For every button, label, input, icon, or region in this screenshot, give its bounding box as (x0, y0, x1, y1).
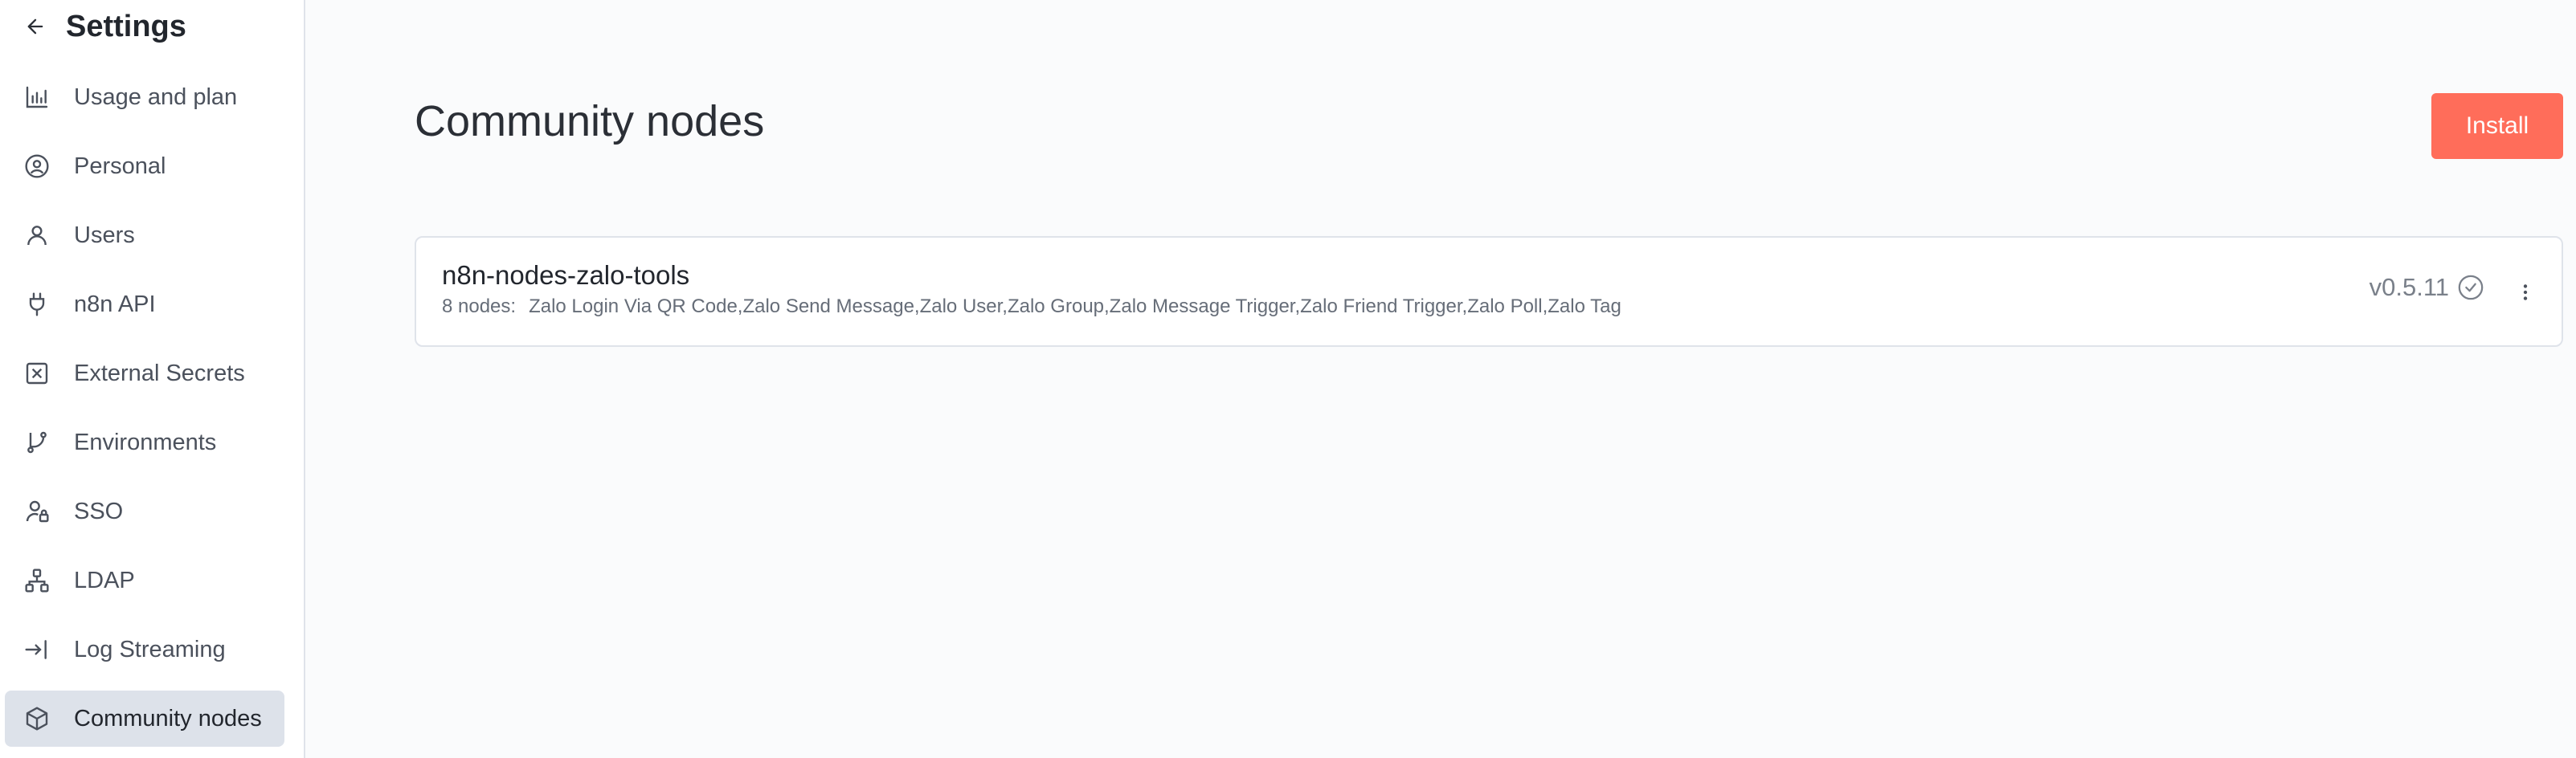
package-nodes: 8 nodes: Zalo Login Via QR Code,Zalo Sen… (442, 295, 1621, 318)
sidebar-item-label: Environments (74, 429, 217, 455)
sidebar-item-ldap[interactable]: LDAP (5, 552, 284, 609)
sidebar-item-label: SSO (74, 498, 124, 524)
version-group: v0.5.11 (2370, 273, 2484, 302)
settings-nav: Usage and plan Personal Users n8n API Ex… (0, 69, 304, 747)
sidebar-item-label: External Secrets (74, 360, 245, 386)
check-circle-icon (2457, 274, 2484, 301)
more-vertical-icon[interactable] (2513, 278, 2537, 307)
user-circle-icon (22, 152, 51, 181)
user-icon (22, 221, 51, 250)
sidebar-item-external-secrets[interactable]: External Secrets (5, 345, 284, 401)
sidebar-item-sso[interactable]: SSO (5, 483, 284, 540)
app: Settings Usage and plan Personal Users n… (0, 0, 2576, 758)
plug-icon (22, 290, 51, 319)
bar-chart-icon (22, 83, 51, 112)
sidebar-item-usage-and-plan[interactable]: Usage and plan (5, 69, 284, 125)
sidebar-item-label: Usage and plan (74, 84, 238, 110)
sidebar-item-label: LDAP (74, 567, 135, 593)
page-title: Community nodes (415, 97, 765, 145)
sidebar-item-label: Log Streaming (74, 636, 226, 662)
vault-icon (22, 359, 51, 388)
sidebar-item-label: Users (74, 222, 135, 248)
sidebar: Settings Usage and plan Personal Users n… (0, 0, 305, 758)
package-name: n8n-nodes-zalo-tools (442, 260, 690, 290)
nodes-list: Zalo Login Via QR Code,Zalo Send Message… (529, 295, 1621, 317)
main-content: Community nodes Install n8n-nodes-zalo-t… (305, 0, 2576, 758)
log-in-icon (22, 635, 51, 664)
sidebar-item-label: Personal (74, 153, 166, 179)
package-card: n8n-nodes-zalo-tools 8 nodes: Zalo Login… (415, 236, 2563, 347)
network-icon (22, 566, 51, 595)
sidebar-item-users[interactable]: Users (5, 207, 284, 263)
arrow-left-icon[interactable] (22, 14, 48, 39)
sidebar-item-label: n8n API (74, 291, 156, 317)
nodes-count: 8 nodes: (442, 295, 517, 317)
user-lock-icon (22, 497, 51, 526)
sidebar-item-log-streaming[interactable]: Log Streaming (5, 621, 284, 678)
package-version: v0.5.11 (2369, 273, 2449, 301)
install-button[interactable]: Install (2431, 93, 2563, 159)
sidebar-title: Settings (66, 9, 186, 43)
sidebar-item-environments[interactable]: Environments (5, 414, 284, 471)
box-icon (22, 704, 51, 733)
sidebar-item-community-nodes[interactable]: Community nodes (5, 691, 284, 747)
sidebar-item-n8n-api[interactable]: n8n API (5, 276, 284, 332)
sidebar-header: Settings (0, 0, 304, 53)
sidebar-item-personal[interactable]: Personal (5, 138, 284, 194)
sidebar-item-label: Community nodes (74, 705, 262, 732)
git-branch-icon (22, 428, 51, 457)
